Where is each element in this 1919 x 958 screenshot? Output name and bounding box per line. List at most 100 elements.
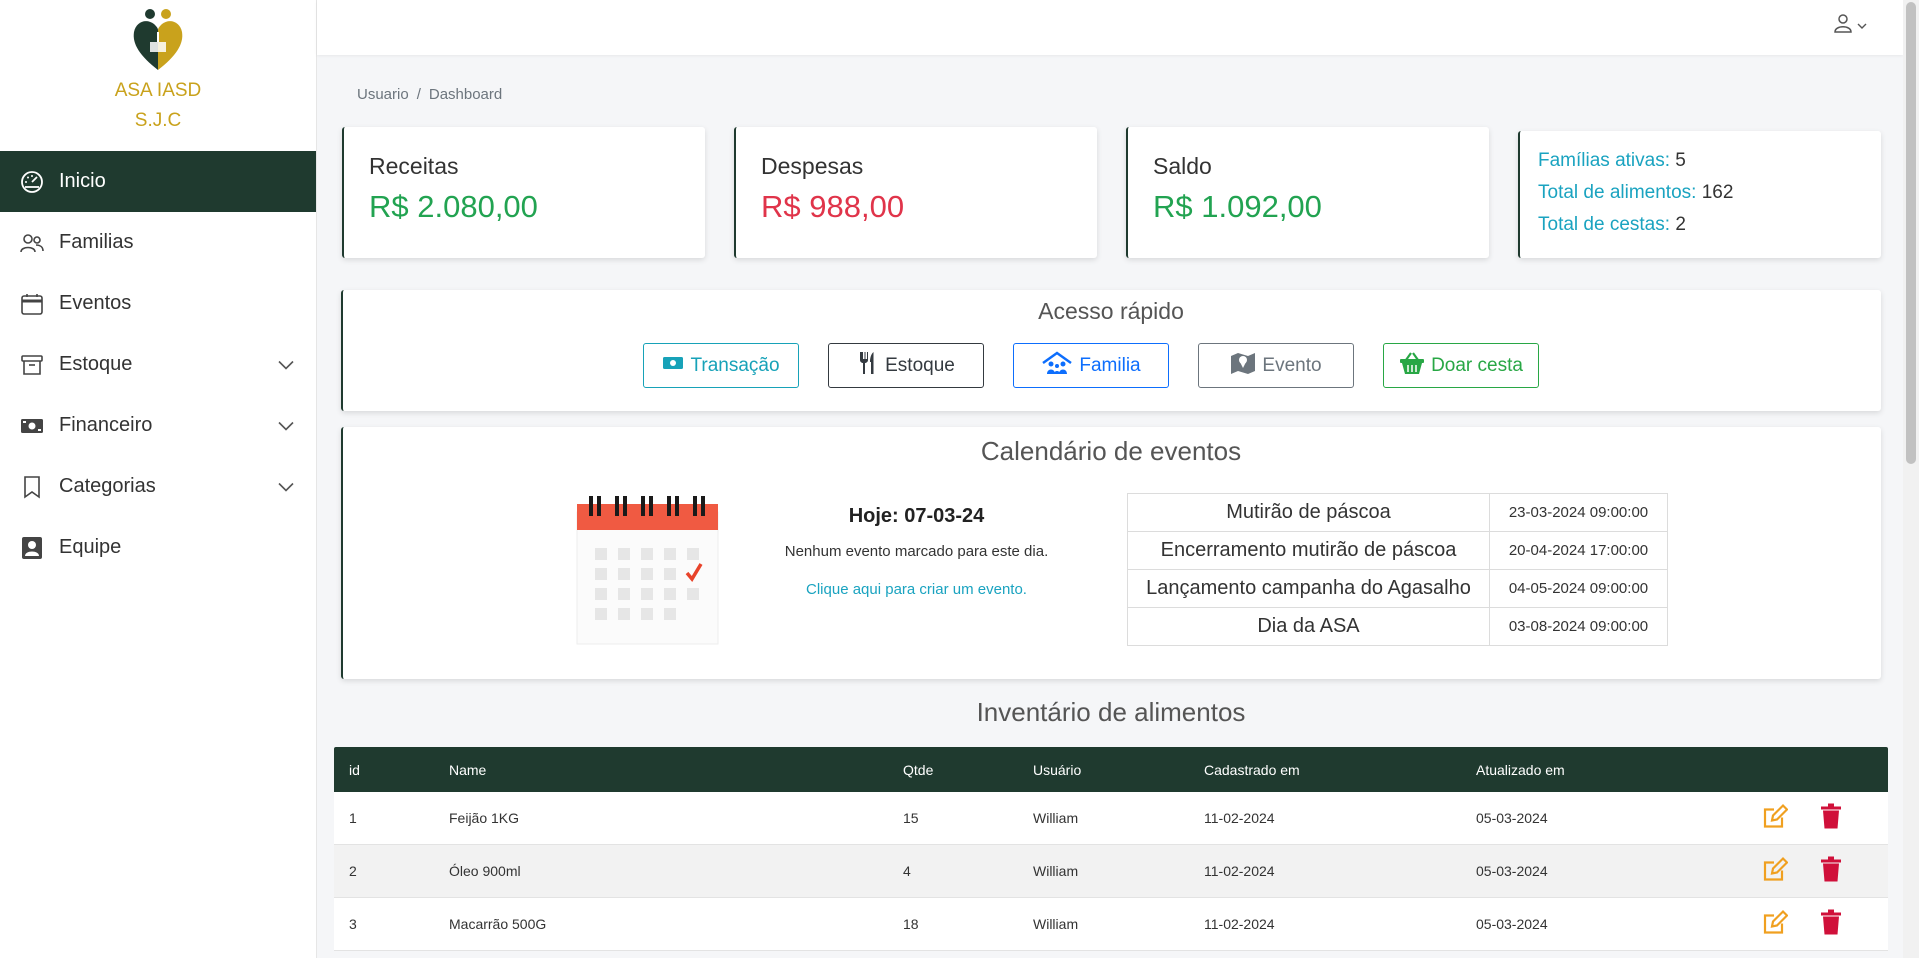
column-header-id[interactable]: id (349, 762, 360, 778)
event-name: Lançamento campanha do Agasalho (1127, 569, 1490, 608)
chevron-down-icon[interactable] (278, 353, 294, 376)
archive-box-icon (20, 353, 44, 377)
event-row[interactable]: Lançamento campanha do Agasalho 04-05-202… (1127, 569, 1668, 608)
table-row: 2 Óleo 900ml 4 William 11-02-2024 05-03-… (334, 845, 1888, 898)
saldo-label: Saldo (1153, 153, 1212, 179)
calendar-icon (20, 292, 44, 316)
event-row[interactable]: Mutirão de páscoa 23-03-2024 09:00:00 (1127, 493, 1668, 532)
cell-id: 3 (349, 916, 357, 932)
transacao-label: Transação (690, 354, 780, 376)
trash-icon[interactable] (1820, 856, 1842, 886)
trash-icon[interactable] (1820, 803, 1842, 833)
edit-icon[interactable] (1762, 803, 1789, 833)
familia-button[interactable]: Familia (1013, 343, 1169, 388)
sidebar-item-eventos[interactable]: Eventos (0, 273, 316, 334)
cell-atualizado: 05-03-2024 (1476, 810, 1548, 826)
brand-line-1: ASA IASD (114, 80, 202, 101)
saldo-card: Saldo R$ 1.092,00 (1126, 127, 1489, 258)
page-scrollbar[interactable] (1903, 0, 1919, 958)
edit-icon[interactable] (1762, 856, 1789, 886)
despesas-value: R$ 988,00 (761, 189, 905, 224)
create-event-link[interactable]: Clique aqui para criar um evento. (760, 581, 1073, 598)
event-name: Mutirão de páscoa (1127, 493, 1490, 532)
event-date: 03-08-2024 09:00:00 (1489, 607, 1668, 646)
breadcrumb: Usuario / Dashboard (357, 86, 502, 103)
summary-card: Famílias ativas: 5 Total de alimentos: 1… (1518, 131, 1881, 258)
brand-line-2: S.J.C (134, 110, 182, 131)
cell-cadastrado: 11-02-2024 (1204, 810, 1275, 826)
sidebar-item-label: Familias (59, 231, 134, 253)
cell-name: Macarrão 500G (449, 916, 547, 932)
evento-button[interactable]: Evento (1198, 343, 1354, 388)
user-menu[interactable] (1833, 13, 1867, 38)
cash-icon (20, 414, 44, 438)
sidebar-item-inicio[interactable]: Inicio (0, 151, 316, 212)
trash-icon[interactable] (1820, 909, 1842, 939)
chevron-down-icon[interactable] (278, 414, 294, 437)
people-icon (20, 231, 44, 255)
cell-name: Feijão 1KG (449, 810, 520, 826)
event-row[interactable]: Dia da ASA 03-08-2024 09:00:00 (1127, 607, 1668, 646)
event-date: 20-04-2024 17:00:00 (1489, 531, 1668, 570)
breadcrumb-current: Dashboard (428, 86, 503, 103)
sidebar-item-categorias[interactable]: Categorias (0, 456, 316, 517)
column-header-usuario[interactable]: Usuário (1033, 762, 1081, 778)
person-badge-icon (20, 536, 44, 560)
user-icon (1833, 13, 1853, 38)
cell-usuario: William (1033, 863, 1079, 879)
cell-id: 1 (349, 810, 357, 826)
event-date: 04-05-2024 09:00:00 (1489, 569, 1668, 608)
today-info: Hoje: 07-03-24 Nenhum evento marcado par… (760, 505, 1073, 598)
event-row[interactable]: Encerramento mutirão de páscoa 20-04-2024… (1127, 531, 1668, 570)
receitas-value: R$ 2.080,00 (369, 189, 538, 224)
total-alimentos-label: Total de alimentos: (1538, 182, 1697, 203)
cell-qtde: 18 (903, 916, 919, 932)
dashboard-gauge-icon (20, 170, 44, 194)
sidebar-item-label: Inicio (59, 170, 106, 192)
cell-cadastrado: 11-02-2024 (1204, 916, 1275, 932)
familia-label: Familia (1079, 354, 1141, 376)
sidebar-item-equipe[interactable]: Equipe (0, 517, 316, 578)
sidebar-item-estoque[interactable]: Estoque (0, 334, 316, 395)
total-alimentos-value: 162 (1701, 182, 1734, 203)
map-pin-icon (1230, 351, 1256, 381)
utensils-icon (857, 351, 879, 381)
receitas-card: Receitas R$ 2.080,00 (342, 127, 705, 258)
total-cestas-value: 2 (1675, 214, 1686, 235)
doar-cesta-button[interactable]: Doar cesta (1383, 343, 1539, 388)
sidebar-item-label: Categorias (59, 475, 156, 497)
sidebar-item-financeiro[interactable]: Financeiro (0, 395, 316, 456)
cell-atualizado: 05-03-2024 (1476, 916, 1548, 932)
cell-usuario: William (1033, 916, 1079, 932)
sidebar-item-familias[interactable]: Familias (0, 212, 316, 273)
sidebar-item-label: Equipe (59, 536, 122, 558)
despesas-label: Despesas (761, 153, 864, 179)
event-name: Encerramento mutirão de páscoa (1127, 531, 1490, 570)
breadcrumb-usuario[interactable]: Usuario (357, 86, 409, 103)
sidebar-item-label: Estoque (59, 353, 133, 375)
estoque-button[interactable]: Estoque (828, 343, 984, 388)
column-header-cadastrado[interactable]: Cadastrado em (1204, 762, 1300, 778)
brand-logo[interactable]: ASA IASD S.J.C (0, 0, 316, 151)
doar-cesta-label: Doar cesta (1431, 354, 1523, 376)
column-header-name[interactable]: Name (449, 762, 486, 778)
event-date: 23-03-2024 09:00:00 (1489, 493, 1668, 532)
topbar (317, 0, 1903, 55)
column-header-qtde[interactable]: Qtde (903, 762, 933, 778)
transacao-button[interactable]: Transação (643, 343, 799, 388)
no-event-message: Nenhum evento marcado para este dia. (784, 543, 1049, 560)
sidebar-item-label: Financeiro (59, 414, 153, 436)
cell-qtde: 4 (903, 863, 911, 879)
chevron-down-icon[interactable] (278, 475, 294, 498)
cell-atualizado: 05-03-2024 (1476, 863, 1548, 879)
sidebar: ASA IASD S.J.C Inicio Familias Eventos E… (0, 0, 317, 958)
scroll-thumb[interactable] (1906, 2, 1916, 464)
column-header-atualizado[interactable]: Atualizado em (1476, 762, 1565, 778)
familias-ativas-value: 5 (1675, 150, 1686, 171)
despesas-card: Despesas R$ 988,00 (734, 127, 1097, 258)
edit-icon[interactable] (1762, 909, 1789, 939)
cell-id: 2 (349, 863, 357, 879)
quick-access-title: Acesso rápido (1038, 298, 1184, 324)
breadcrumb-separator: / (416, 86, 421, 103)
event-name: Dia da ASA (1127, 607, 1490, 646)
